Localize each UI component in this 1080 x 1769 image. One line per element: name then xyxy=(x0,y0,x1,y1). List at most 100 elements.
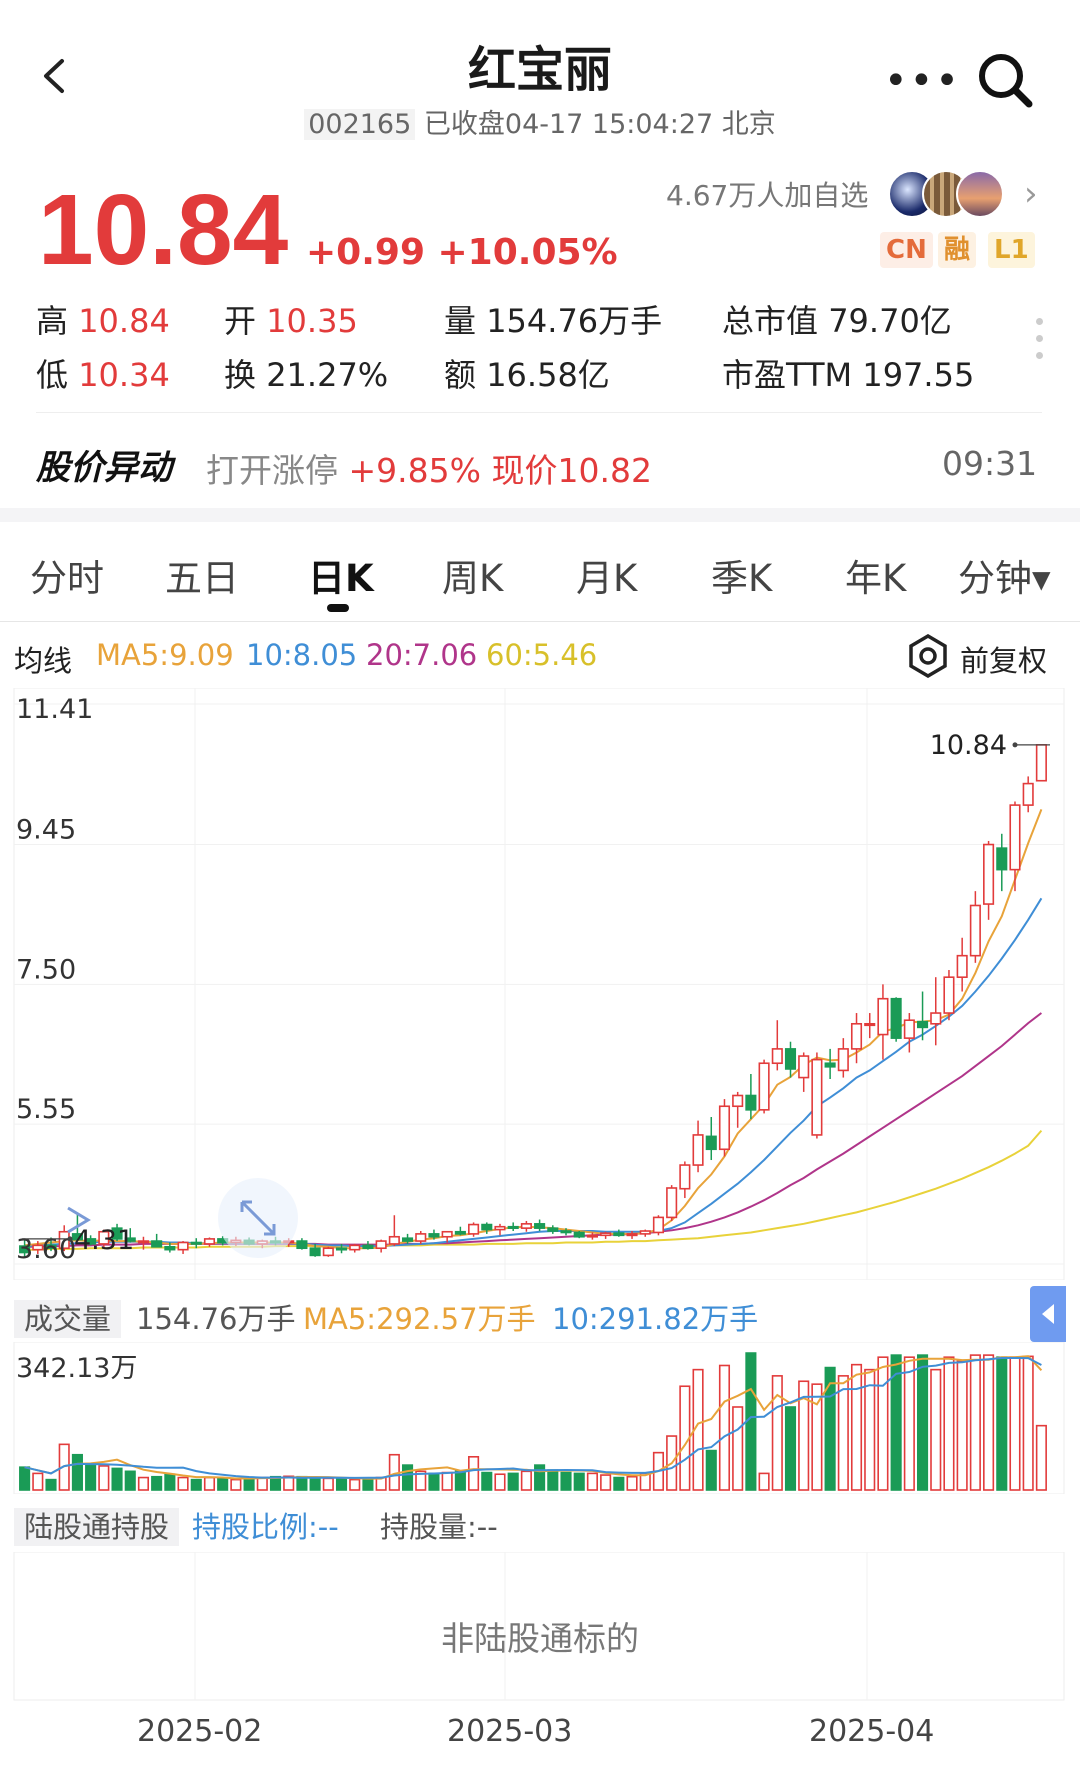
alert-prefix: 打开涨停 xyxy=(206,451,338,490)
stat-value: 10.84 xyxy=(78,302,170,340)
volume-bar xyxy=(177,1476,189,1491)
volume-bar xyxy=(164,1473,176,1491)
candle-body xyxy=(903,1019,915,1039)
ma5-line xyxy=(24,809,1043,1250)
stat-label: 量 xyxy=(444,302,477,340)
volume-bar xyxy=(98,1465,110,1491)
volume-bar xyxy=(19,1466,31,1491)
volume-bar xyxy=(507,1472,519,1491)
stat-label: 市盈TTM xyxy=(722,356,853,394)
date-tick: 2025-02 xyxy=(137,1714,263,1749)
candle-body xyxy=(745,1094,757,1111)
stat-value: 197.55 xyxy=(862,356,975,394)
candle-body xyxy=(573,1231,585,1238)
candle-body xyxy=(758,1062,770,1111)
volume-bar xyxy=(758,1472,770,1491)
candle-body xyxy=(811,1058,823,1136)
candle-body xyxy=(864,1022,876,1027)
candle-body xyxy=(468,1223,480,1235)
candle-body xyxy=(401,1237,414,1242)
ma10-value: 10:8.05 xyxy=(246,638,358,672)
volume-bar xyxy=(903,1356,915,1491)
high-marker-dot xyxy=(1012,742,1018,748)
tab-daily-k[interactable]: 日K xyxy=(308,548,374,602)
candle-body xyxy=(481,1223,493,1231)
volume-bar xyxy=(85,1464,97,1491)
candlestick-chart[interactable]: 11.419.457.505.553.60 10.844.31 xyxy=(0,688,1080,1280)
volume-bar xyxy=(494,1473,506,1491)
candle-body xyxy=(890,997,902,1039)
stat-value: 154.76万手 xyxy=(486,302,663,340)
badge-l1[interactable]: L1 xyxy=(988,232,1035,268)
volume-chart[interactable] xyxy=(0,1342,1080,1494)
candle-body xyxy=(454,1230,466,1235)
volume-bar xyxy=(151,1475,163,1491)
volume-bar xyxy=(71,1453,83,1491)
alert-title[interactable]: 股价异动 xyxy=(36,440,172,489)
active-tab-indicator xyxy=(327,604,349,612)
candle-body xyxy=(1035,744,1047,782)
ma-lines xyxy=(24,809,1043,1251)
candle-body xyxy=(1022,782,1034,806)
ma20-value: 20:7.06 xyxy=(366,638,478,672)
collapse-panel-button[interactable] xyxy=(1030,1286,1066,1342)
low-marker-dot xyxy=(67,1236,73,1242)
alert-message[interactable]: 打开涨停 +9.85% 现价10.82 xyxy=(206,444,652,492)
candle-body xyxy=(547,1227,559,1232)
tab-monthly-k[interactable]: 月K xyxy=(576,548,637,602)
follow-count[interactable]: 4.67万人加自选 xyxy=(666,174,868,214)
volume-bar xyxy=(45,1478,57,1491)
tab-weekly-k[interactable]: 周K xyxy=(442,548,503,602)
badge-margin[interactable]: 融 xyxy=(938,232,977,268)
tab-yearly-k[interactable]: 年K xyxy=(845,548,906,602)
volume-bar xyxy=(137,1476,150,1491)
high-marker-label: 10.84 xyxy=(930,730,1007,761)
volume-bar xyxy=(124,1470,136,1491)
price-tick-label: 7.50 xyxy=(16,954,76,985)
tab-intraday[interactable]: 分时 xyxy=(30,548,104,602)
volume-bar xyxy=(600,1474,612,1491)
volume-bar xyxy=(454,1470,466,1491)
current-price: 10.84 xyxy=(38,174,289,286)
volume-bar xyxy=(573,1472,585,1491)
tab-minute[interactable]: 分钟▾ xyxy=(958,548,1051,602)
stat-amount: 额 16.58亿 xyxy=(444,350,610,396)
candle-body xyxy=(996,847,1008,871)
candle-body xyxy=(151,1240,163,1248)
alert-time: 09:31 xyxy=(942,444,1038,483)
volume-bar xyxy=(626,1475,638,1491)
search-icon[interactable] xyxy=(975,50,1035,110)
settings-icon[interactable] xyxy=(906,634,950,678)
candle-body xyxy=(137,1240,150,1244)
volume-value: 154.76万手 xyxy=(136,1302,296,1336)
candle-body xyxy=(203,1238,216,1245)
candle-body xyxy=(375,1240,387,1250)
volume-bar xyxy=(956,1360,968,1491)
tab-quarterly-k[interactable]: 季K xyxy=(711,548,772,602)
follower-avatars[interactable] xyxy=(888,170,1008,218)
candle-body xyxy=(362,1244,374,1250)
volume-bar xyxy=(547,1469,559,1491)
candle-body xyxy=(877,997,889,1036)
stat-label: 换 xyxy=(224,356,257,394)
candle-body xyxy=(349,1244,361,1251)
adjust-mode[interactable]: 前复权 xyxy=(960,638,1047,680)
stat-turnover: 换 21.27% xyxy=(224,350,388,396)
chevron-right-icon[interactable]: › xyxy=(1024,174,1038,214)
volume-bar xyxy=(850,1363,863,1491)
stat-mktcap: 总市值 79.70亿 xyxy=(722,296,952,342)
price-tick-label: 9.45 xyxy=(16,815,76,846)
candle-body xyxy=(415,1233,427,1242)
badge-cn[interactable]: CN xyxy=(880,232,933,268)
volume-bar xyxy=(1022,1355,1034,1491)
more-stats-icon[interactable] xyxy=(1036,318,1044,369)
volume-bar xyxy=(428,1472,440,1491)
price-change: +0.99 +10.05% xyxy=(306,232,618,273)
tab-five-day[interactable]: 五日 xyxy=(165,548,239,602)
more-icon[interactable]: ••• xyxy=(884,61,961,101)
low-marker-label: 4.31 xyxy=(74,1225,134,1256)
volume-bar xyxy=(864,1368,876,1491)
candle-body xyxy=(718,1105,731,1151)
volume-bar xyxy=(560,1471,572,1491)
volume-bar xyxy=(468,1455,480,1491)
